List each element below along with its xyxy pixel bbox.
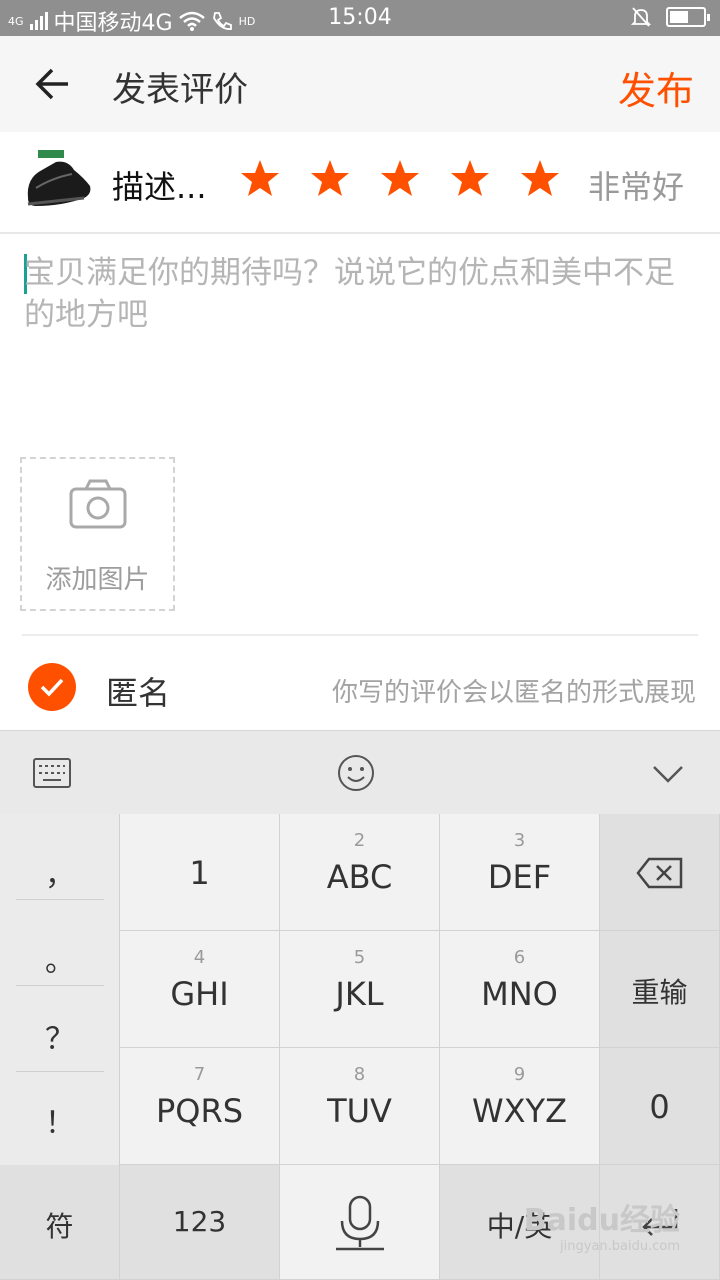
key-number: 6	[513, 947, 526, 968]
symbol-key[interactable]: ？	[16, 1014, 104, 1058]
keyboard: ， 。 ？ ！ 1 2 ABC 3 DEF 4 GHI 5 JKL 6 MNO 重输 7 P…	[0, 814, 720, 1280]
key-8[interactable]: 8 TUV	[280, 1048, 440, 1165]
key-label: WXYZ	[471, 1092, 568, 1130]
page-title: 发表评价	[112, 70, 248, 110]
battery-icon	[666, 7, 710, 27]
status-time: 15:04	[328, 5, 392, 30]
key-6[interactable]: 6 MNO	[440, 931, 600, 1048]
emoji-icon[interactable]	[334, 751, 378, 795]
camera-icon	[69, 479, 127, 529]
backspace-key[interactable]	[600, 814, 720, 931]
symbol-key[interactable]: 。	[16, 936, 104, 980]
collapse-keyboard-icon[interactable]	[646, 751, 690, 795]
star-rating[interactable]	[240, 158, 560, 198]
key-9[interactable]: 9 WXYZ	[440, 1048, 600, 1165]
symbol-separator	[16, 1071, 104, 1072]
key-number: 5	[353, 947, 366, 968]
product-rating-row: 描述... 非常好	[0, 132, 720, 234]
key-3[interactable]: 3 DEF	[440, 814, 600, 931]
key-label: MNO	[481, 975, 558, 1013]
key-number: 9	[513, 1064, 526, 1085]
status-bar: 4G 中国移动4G HD 15:04	[0, 0, 720, 36]
key-label: 重输	[631, 976, 688, 1009]
rating-text: 非常好	[587, 168, 684, 206]
key-label: 123	[172, 1205, 227, 1238]
symbol-separator	[16, 985, 104, 986]
key-7[interactable]: 7 PQRS	[120, 1048, 280, 1165]
key-4[interactable]: 4 GHI	[120, 931, 280, 1048]
key-label: 1	[189, 854, 210, 892]
key-label: TUV	[327, 1092, 392, 1130]
title-bar: 发表评价 发布	[0, 36, 720, 132]
symbol-column: ， 。 ？ ！	[0, 814, 120, 1165]
add-photo-label: 添加图片	[45, 565, 150, 595]
star-icon[interactable]	[380, 158, 420, 198]
key-label: ABC	[326, 858, 393, 896]
checkmark-icon	[40, 678, 64, 697]
anonymous-label: 匿名	[106, 674, 171, 712]
key-label: JKL	[335, 975, 384, 1013]
key-number: 2	[353, 830, 366, 851]
symbol-separator	[16, 899, 104, 900]
status-right	[630, 6, 710, 28]
anonymous-hint: 你写的评价会以匿名的形式展现	[331, 678, 696, 708]
key-label: 0	[649, 1088, 670, 1126]
symbol-key[interactable]: ！	[16, 1098, 104, 1142]
key-5[interactable]: 5 JKL	[280, 931, 440, 1048]
battery-level	[670, 11, 688, 23]
key-label: GHI	[170, 975, 229, 1013]
key-number: 4	[193, 947, 206, 968]
product-thumbnail	[27, 150, 91, 206]
product-desc-label: 描述...	[112, 168, 207, 206]
add-photo-button[interactable]: 添加图片	[20, 457, 175, 611]
key-label: PQRS	[155, 1092, 244, 1130]
key-0[interactable]: 0	[600, 1048, 720, 1165]
anonymous-row: 匿名 你写的评价会以匿名的形式展现	[0, 636, 720, 730]
symbol-mode-key[interactable]: 符	[0, 1165, 120, 1280]
back-arrow-icon	[35, 68, 68, 100]
back-button[interactable]	[32, 60, 80, 108]
key-number: 3	[513, 830, 526, 851]
publish-button[interactable]: 发布	[618, 60, 694, 115]
reenter-key[interactable]: 重输	[600, 931, 720, 1048]
key-number: 7	[193, 1064, 206, 1085]
voice-key[interactable]	[280, 1165, 440, 1280]
star-icon[interactable]	[310, 158, 350, 198]
mute-bell-icon	[630, 7, 652, 27]
star-icon[interactable]	[450, 158, 490, 198]
number-mode-key[interactable]: 123	[120, 1165, 280, 1280]
key-2[interactable]: 2 ABC	[280, 814, 440, 931]
watermark-url: jingyan.baidu.com	[560, 1239, 680, 1254]
baidu-watermark: Baidu经验 jingyan.baidu.com	[524, 1195, 680, 1254]
key-label: 符	[45, 1210, 74, 1243]
key-number: 8	[353, 1064, 366, 1085]
keyboard-toolbar	[0, 730, 720, 814]
microphone-icon	[335, 1195, 384, 1251]
star-icon[interactable]	[240, 158, 280, 198]
key-label: DEF	[487, 858, 552, 896]
key-1[interactable]: 1	[120, 814, 280, 931]
star-icon[interactable]	[520, 158, 560, 198]
watermark-brand: Baidu经验	[523, 1203, 680, 1238]
anonymous-checkbox[interactable]	[28, 663, 76, 711]
backspace-icon	[635, 857, 682, 889]
keyboard-icon[interactable]	[30, 751, 74, 795]
symbol-key[interactable]: ，	[16, 850, 104, 894]
review-textarea[interactable]: 宝贝满足你的期待吗？说说它的优点和美中不足的地方吧	[24, 252, 696, 362]
